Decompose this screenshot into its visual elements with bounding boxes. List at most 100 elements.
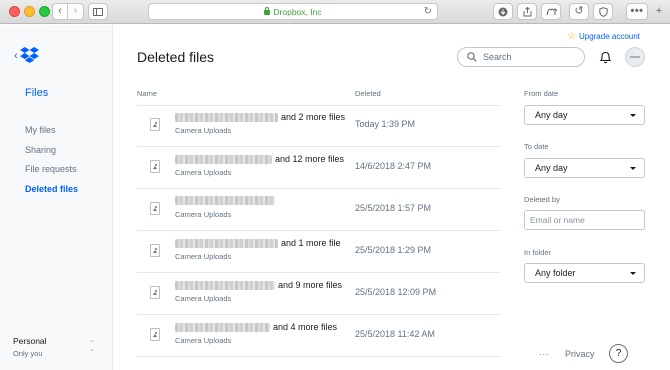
file-count-suffix: and 2 more files	[281, 112, 346, 122]
redacted-filename	[175, 322, 270, 332]
to-date-value: Any day	[535, 163, 568, 173]
from-date-value: Any day	[535, 110, 568, 120]
file-name: and 9 more files	[175, 280, 342, 290]
address-bar[interactable]: Dropbox, Inc ↻	[148, 3, 438, 20]
avatar[interactable]	[625, 47, 645, 67]
image-file-icon	[150, 328, 160, 341]
redacted-filename	[175, 154, 272, 164]
dropbox-home-link[interactable]: ‹	[14, 47, 39, 64]
image-file-icon	[150, 286, 160, 299]
sidebar-item-my-files[interactable]: My files	[25, 124, 78, 144]
redacted-filename	[175, 280, 275, 290]
in-folder-value: Any folder	[535, 268, 576, 278]
deleted-by-field[interactable]: Email or name	[524, 210, 645, 230]
more-menu-icon[interactable]: •••	[626, 3, 648, 20]
table-row[interactable]: Camera Uploads 25/5/2018 1:57 PM	[137, 190, 501, 231]
sidebar-item-deleted-files[interactable]: Deleted files	[25, 183, 78, 203]
file-location: Camera Uploads	[175, 126, 232, 135]
chevron-up-down-icon[interactable]: ⌃ ⌄	[89, 340, 95, 353]
downloads-icon[interactable]	[493, 3, 513, 20]
new-tab-icon[interactable]: +	[652, 3, 666, 20]
redacted-filename	[175, 238, 278, 248]
deleted-date: 25/5/2018 1:29 PM	[355, 245, 432, 255]
file-count-suffix: and 1 more file	[281, 238, 341, 248]
deleted-by-label: Deleted by	[524, 195, 560, 204]
minimize-window-button[interactable]	[24, 6, 35, 17]
sidebar-item-sharing[interactable]: Sharing	[25, 144, 78, 164]
file-name: and 1 more file	[175, 238, 341, 248]
file-location: Camera Uploads	[175, 252, 232, 261]
search-placeholder: Search	[483, 52, 512, 62]
image-file-icon	[150, 118, 160, 131]
redacted-filename	[175, 196, 275, 205]
account-switcher[interactable]: Personal Only you	[13, 336, 47, 358]
upgrade-label: Upgrade account	[578, 32, 640, 41]
deleted-date: 25/5/2018 11:42 AM	[355, 329, 435, 339]
caret-down-icon	[630, 272, 636, 275]
from-date-label: From date	[524, 89, 559, 98]
file-name: and 12 more files	[175, 154, 344, 164]
sidebar-toggle-icon[interactable]	[88, 3, 108, 20]
star-icon: ☆	[567, 31, 576, 42]
search-icon	[467, 52, 477, 62]
in-folder-label: In folder	[524, 248, 552, 257]
file-location: Camera Uploads	[175, 294, 232, 303]
caret-down-icon	[630, 167, 636, 170]
lock-icon	[264, 7, 271, 15]
help-button[interactable]: ?	[609, 344, 628, 363]
file-count-suffix: and 9 more files	[278, 280, 343, 290]
image-file-icon	[150, 202, 160, 215]
file-name: and 2 more files	[175, 112, 345, 122]
table-row[interactable]: and 12 more files Camera Uploads 14/6/20…	[137, 148, 501, 189]
in-folder-select[interactable]: Any folder	[524, 263, 645, 283]
sidebar-nav: My files Sharing File requests Deleted f…	[25, 124, 78, 202]
redacted-filename	[175, 112, 278, 122]
sidebar-heading[interactable]: Files	[25, 87, 48, 99]
dropbox-logo-icon	[19, 47, 39, 64]
back-icon[interactable]: ‹	[52, 3, 68, 20]
share-icon[interactable]	[517, 3, 537, 20]
camel-extension-icon[interactable]	[541, 3, 561, 20]
to-date-label: To date	[524, 142, 549, 151]
from-date-select[interactable]: Any day	[524, 105, 645, 125]
refresh-extension-icon[interactable]: ↺	[569, 3, 589, 20]
image-file-icon	[150, 244, 160, 257]
table-row[interactable]: and 2 more files Camera Uploads Today 1:…	[137, 106, 501, 147]
browser-toolbar: ‹ › Dropbox, Inc ↻ ↺ ••• +	[0, 0, 670, 24]
forward-icon[interactable]: ›	[68, 3, 84, 20]
deleted-date: 25/5/2018 1:57 PM	[355, 203, 432, 213]
shield-icon[interactable]	[593, 3, 613, 20]
page-title: Deleted files	[137, 49, 215, 65]
caret-down-icon	[630, 114, 636, 117]
chevron-left-icon: ‹	[14, 49, 18, 62]
privacy-link[interactable]: Privacy	[565, 349, 595, 359]
file-name	[175, 196, 278, 205]
deleted-by-placeholder: Email or name	[530, 215, 585, 225]
sidebar: ‹ Files My files Sharing File requests D…	[0, 25, 113, 370]
address-text: Dropbox, Inc	[273, 6, 322, 17]
more-options-button[interactable]: ...	[539, 347, 550, 357]
sidebar-item-file-requests[interactable]: File requests	[25, 163, 78, 183]
reload-icon[interactable]: ↻	[424, 6, 432, 17]
search-input[interactable]: Search	[457, 47, 585, 67]
file-location: Camera Uploads	[175, 336, 232, 345]
close-window-button[interactable]	[9, 6, 20, 17]
account-sub: Only you	[13, 349, 43, 358]
table-row[interactable]: and 4 more files Camera Uploads 25/5/201…	[137, 316, 501, 357]
upgrade-account-link[interactable]: ☆ Upgrade account	[567, 31, 640, 42]
file-count-suffix: and 4 more files	[273, 322, 338, 332]
column-header-deleted[interactable]: Deleted	[355, 89, 381, 98]
file-count-suffix: and 12 more files	[275, 154, 345, 164]
file-location: Camera Uploads	[175, 168, 232, 177]
deleted-date: 14/6/2018 2:47 PM	[355, 161, 432, 171]
file-name: and 4 more files	[175, 322, 337, 332]
zoom-window-button[interactable]	[39, 6, 50, 17]
deleted-date: 25/5/2018 12:09 PM	[355, 287, 437, 297]
table-row[interactable]: and 1 more file Camera Uploads 25/5/2018…	[137, 232, 501, 273]
bell-icon[interactable]	[599, 50, 612, 64]
account-name: Personal	[13, 336, 47, 346]
file-location: Camera Uploads	[175, 210, 232, 219]
column-header-name[interactable]: Name	[137, 89, 157, 98]
table-row[interactable]: and 9 more files Camera Uploads 25/5/201…	[137, 274, 501, 315]
to-date-select[interactable]: Any day	[524, 158, 645, 178]
